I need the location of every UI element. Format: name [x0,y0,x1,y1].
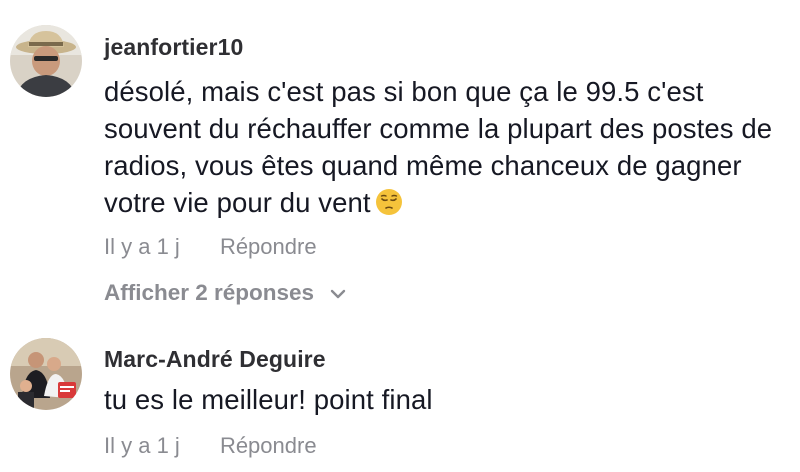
reply-button[interactable]: Répondre [220,233,317,261]
user-photo-icon [10,338,82,410]
avatar[interactable] [10,25,82,97]
comment-text-content: tu es le meilleur! point final [104,384,433,415]
reply-button[interactable]: Répondre [220,432,317,460]
comment-meta: Il y a 1 j Répondre [104,233,792,261]
pensive-face-emoji-icon [375,188,403,216]
user-photo-icon [10,25,82,97]
chevron-down-icon [331,289,346,299]
view-replies-label: Afficher 2 réponses [104,280,315,305]
comment-text-content: désolé, mais c'est pas si bon que ça le … [104,76,773,218]
comment-username[interactable]: jeanfortier10 [104,33,792,61]
comment-username[interactable]: Marc-André Deguire [104,345,792,373]
comment-text: désolé, mais c'est pas si bon que ça le … [104,73,792,221]
comment-timestamp: Il y a 1 j [104,234,180,259]
comment-meta: Il y a 1 j Répondre [104,432,792,460]
comment-text: tu es le meilleur! point final [104,381,792,418]
comment-timestamp: Il y a 1 j [104,433,180,458]
avatar[interactable] [10,338,82,410]
view-replies-button[interactable]: Afficher 2 réponses [104,279,792,307]
